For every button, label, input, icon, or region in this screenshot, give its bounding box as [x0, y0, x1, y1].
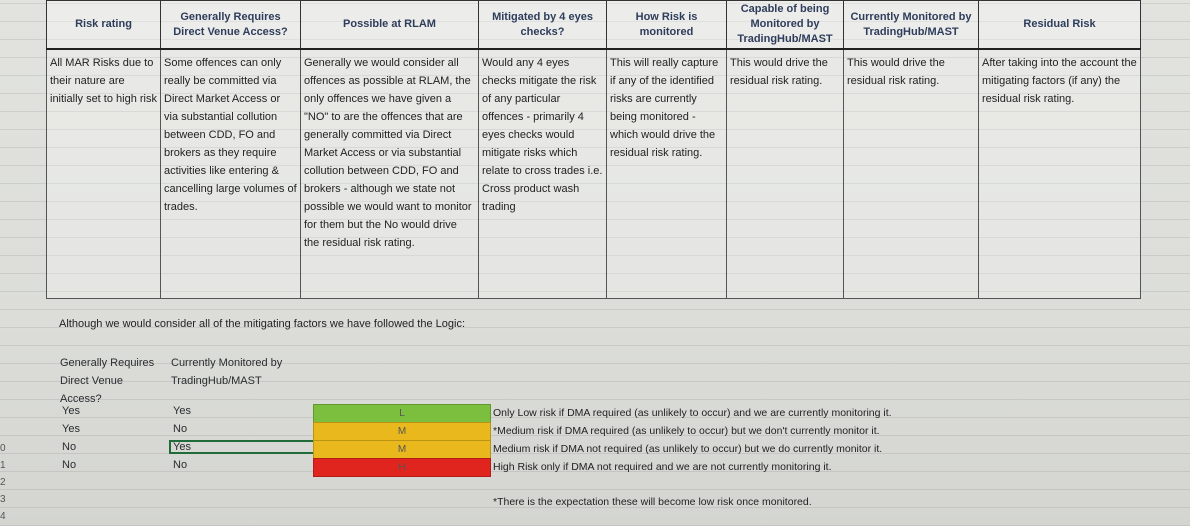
- description-row: All MAR Risks due to their nature are in…: [46, 48, 1141, 299]
- header-how-monitored[interactable]: How Risk is monitored: [606, 0, 727, 50]
- logic-intro-text[interactable]: Although we would consider all of the mi…: [59, 318, 465, 330]
- cell-direct-venue-access[interactable]: Some offences can only really be committ…: [160, 48, 301, 299]
- logic-direct-value[interactable]: No: [62, 459, 76, 471]
- row-number[interactable]: 1: [0, 457, 8, 474]
- risk-level-high[interactable]: H: [313, 458, 491, 477]
- expectation-note[interactable]: *There is the expectation these will bec…: [493, 496, 812, 508]
- cell-possible-at-rlam[interactable]: Generally we would consider all offences…: [300, 48, 479, 299]
- logic-description[interactable]: High Risk only if DMA not required and w…: [493, 458, 832, 476]
- logic-monitored-value[interactable]: No: [173, 459, 187, 471]
- logic-description[interactable]: Medium risk if DMA not required (as unli…: [493, 440, 882, 458]
- row-number[interactable]: 0: [0, 440, 8, 457]
- risk-assessment-table: Risk rating Generally Requires Direct Ve…: [46, 0, 1141, 299]
- logic-description[interactable]: *Medium risk if DMA required (as unlikel…: [493, 422, 880, 440]
- header-risk-rating[interactable]: Risk rating: [46, 0, 161, 50]
- header-direct-venue-access[interactable]: Generally Requires Direct Venue Access?: [160, 0, 301, 50]
- cell-residual-risk[interactable]: After taking into the account the mitiga…: [978, 48, 1141, 299]
- logic-description[interactable]: Only Low risk if DMA required (as unlike…: [493, 404, 892, 422]
- header-row: Risk rating Generally Requires Direct Ve…: [46, 0, 1141, 50]
- logic-direct-value[interactable]: Yes: [62, 423, 80, 435]
- header-currently-monitored[interactable]: Currently Monitored by TradingHub/MAST: [843, 0, 979, 50]
- logic-monitored-value-selected-cell[interactable]: Yes: [169, 440, 315, 454]
- row-number-column: 0 1 2 3 4: [0, 440, 8, 525]
- header-residual-risk[interactable]: Residual Risk: [978, 0, 1141, 50]
- header-possible-at-rlam[interactable]: Possible at RLAM: [300, 0, 479, 50]
- row-number[interactable]: 3: [0, 491, 8, 508]
- logic-direct-value[interactable]: Yes: [62, 405, 80, 417]
- header-capable-monitored[interactable]: Capable of being Monitored by TradingHub…: [726, 0, 844, 50]
- logic-monitored-value[interactable]: Yes: [173, 405, 191, 417]
- risk-level-medium[interactable]: M: [313, 422, 491, 441]
- risk-level-medium[interactable]: M: [313, 440, 491, 459]
- logic-header-direct-access[interactable]: Generally Requires Direct Venue Access?: [60, 354, 160, 408]
- cell-currently-monitored[interactable]: This would drive the residual risk ratin…: [843, 48, 979, 299]
- logic-monitored-value[interactable]: No: [173, 423, 187, 435]
- logic-header-monitored[interactable]: Currently Monitored by TradingHub/MAST: [171, 354, 301, 390]
- logic-direct-value[interactable]: No: [62, 441, 76, 453]
- header-mitigated-4-eyes[interactable]: Mitigated by 4 eyes checks?: [478, 0, 607, 50]
- cell-mitigated-4-eyes[interactable]: Would any 4 eyes checks mitigate the ris…: [478, 48, 607, 299]
- risk-level-low[interactable]: L: [313, 404, 491, 423]
- cell-risk-rating[interactable]: All MAR Risks due to their nature are in…: [46, 48, 161, 299]
- row-number[interactable]: 4: [0, 508, 8, 525]
- row-number[interactable]: 2: [0, 474, 8, 491]
- cell-capable-monitored[interactable]: This would drive the residual risk ratin…: [726, 48, 844, 299]
- cell-how-monitored[interactable]: This will really capture if any of the i…: [606, 48, 727, 299]
